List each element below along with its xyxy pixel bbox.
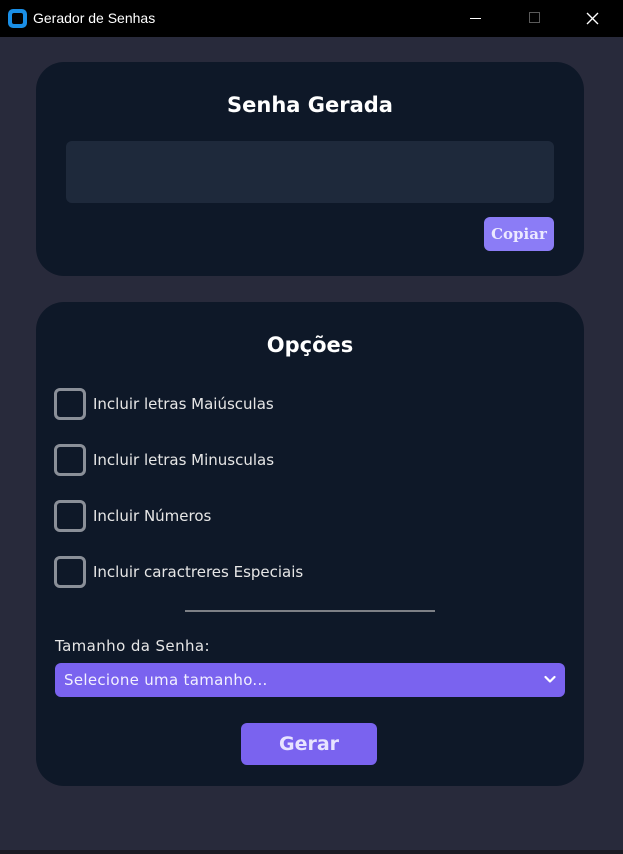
password-output-field[interactable] [66, 141, 554, 203]
password-size-select-value: Selecione uma tamanho... [64, 671, 268, 689]
generate-button[interactable]: Gerar [241, 723, 377, 765]
numbers-label[interactable]: Incluir Números [93, 507, 211, 525]
close-button[interactable] [564, 0, 622, 37]
options-card-title: Opções [266, 333, 354, 357]
chevron-down-icon [544, 675, 556, 683]
app-icon [8, 9, 27, 28]
options-card: Opções Incluir letras Maiúsculas Incluir… [36, 302, 584, 786]
lowercase-checkbox[interactable] [54, 444, 86, 476]
special-chars-checkbox[interactable] [54, 556, 86, 588]
window-titlebar: Gerador de Senhas [0, 0, 623, 37]
numbers-checkbox[interactable] [54, 500, 86, 532]
password-size-select[interactable]: Selecione uma tamanho... [55, 663, 565, 697]
option-numbers[interactable]: Incluir Números [54, 500, 534, 532]
close-icon [586, 12, 599, 25]
lowercase-label[interactable]: Incluir letras Minusculas [93, 451, 274, 469]
divider [185, 610, 435, 612]
minimize-button[interactable] [446, 0, 504, 37]
password-size-label: Tamanho da Senha: [55, 637, 210, 655]
option-special-chars[interactable]: Incluir caractreres Especiais [54, 556, 534, 588]
password-card: Senha Gerada Copiar [36, 62, 584, 276]
option-uppercase[interactable]: Incluir letras Maiúsculas [54, 388, 534, 420]
maximize-button[interactable] [505, 0, 563, 37]
option-lowercase[interactable]: Incluir letras Minusculas [54, 444, 534, 476]
copy-button[interactable]: Copiar [484, 217, 554, 251]
uppercase-checkbox[interactable] [54, 388, 86, 420]
uppercase-label[interactable]: Incluir letras Maiúsculas [93, 395, 274, 413]
window-bottom-edge [0, 850, 623, 854]
password-card-title: Senha Gerada [227, 93, 393, 117]
special-chars-label[interactable]: Incluir caractreres Especiais [93, 563, 303, 581]
window-title: Gerador de Senhas [33, 10, 156, 26]
